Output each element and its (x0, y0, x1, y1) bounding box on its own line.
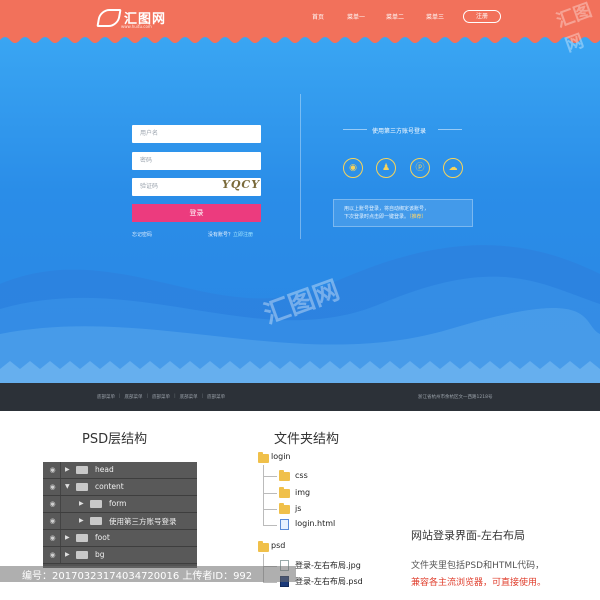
layer-row-foot[interactable]: ◉ ▶ foot (43, 530, 197, 547)
login-button[interactable]: 登录 (132, 204, 261, 222)
nav-menu-2[interactable]: 菜单二 (386, 12, 404, 21)
tree-line (263, 493, 277, 494)
folder-icon (258, 541, 269, 552)
footer-link[interactable]: 底部菜单 (125, 394, 143, 400)
watermark-text: 编号：20170323174034720016 上传者ID：992 (22, 571, 253, 582)
layer-row-head[interactable]: ◉ ▶ head (43, 462, 197, 479)
tree-line (263, 582, 277, 583)
layer-row-form[interactable]: ◉ ▶ form (43, 496, 197, 513)
bind-text-2-main: 下次登录时点击即一键登录。 (344, 214, 410, 220)
layer-row-bg[interactable]: ◉ ▶ bg (43, 547, 197, 564)
collapsed-arrow-icon[interactable]: ▶ (65, 551, 70, 558)
folder-icon (90, 517, 102, 525)
tree-item-css[interactable]: css (295, 471, 308, 480)
login-hero: 用户名 密码 验证码 YQCY 登录 忘记密码 没有账号？立即注册 使用第三方账… (0, 34, 600, 383)
footer-sep: | (174, 394, 176, 399)
bind-text-2: 下次登录时点击即一键登录。（推荐） (344, 213, 462, 221)
footer-sep: | (119, 394, 121, 399)
folder-icon (279, 470, 290, 481)
tree-root-login[interactable]: login (271, 452, 291, 461)
third-party-title: 使用第三方账号登录 (372, 128, 427, 135)
eye-icon[interactable]: ◉ (45, 513, 61, 529)
folder-icon (76, 551, 88, 559)
footer-link[interactable]: 底部菜单 (152, 394, 170, 400)
password-input[interactable]: 密码 (132, 152, 261, 170)
eye-icon[interactable]: ◉ (45, 547, 61, 563)
collapsed-arrow-icon[interactable]: ▶ (79, 500, 84, 507)
nav-menu-3[interactable]: 菜单三 (426, 12, 444, 21)
register-button[interactable]: 注册 (463, 10, 501, 23)
nav-menu-1[interactable]: 菜单一 (347, 12, 365, 21)
wechat-icon[interactable]: ☁ (443, 158, 463, 178)
vertical-divider (300, 94, 301, 239)
layer-name: head (95, 465, 114, 474)
bind-recommend: （推荐） (409, 214, 427, 220)
alipay-icon[interactable]: ⓟ (410, 158, 430, 178)
footer-link[interactable]: 底部菜单 (180, 394, 198, 400)
weibo-icon[interactable]: ◉ (343, 158, 363, 178)
forgot-password-link[interactable]: 忘记密码 (132, 231, 152, 238)
layer-row-third-party[interactable]: ◉ ▶ 使用第三方账号登录 (43, 513, 197, 530)
logo-subtitle: www.huitu.com (121, 24, 152, 29)
footer-link[interactable]: 底部菜单 (97, 394, 115, 400)
layer-name: 使用第三方账号登录 (109, 517, 177, 526)
layer-name: bg (95, 550, 105, 559)
tree-root-psd[interactable]: psd (271, 541, 285, 550)
title-rule-left (343, 129, 367, 130)
page-footer: 底部菜单 | 底部菜单 | 底部菜单 | 底部菜单 | 底部菜单 浙江省杭州市余杭区文一… (0, 383, 600, 411)
footer-address: 浙江省杭州市余杭区文一西路1218号 (418, 395, 493, 400)
logo-icon (96, 8, 122, 27)
register-now-link[interactable]: 立即注册 (233, 232, 253, 238)
html-file-icon (280, 519, 289, 530)
tree-item-jpg[interactable]: 登录-左右布局.jpg (295, 560, 361, 571)
layer-name: form (109, 499, 127, 508)
top-nav-bar: 汇图网 www.huitu.com 首页 菜单一 菜单二 菜单三 注册 (0, 0, 600, 34)
footer-sep: | (201, 394, 204, 399)
captcha-image[interactable]: YQCY (222, 178, 260, 191)
folder-structure-title: 文件夹结构 (274, 432, 340, 447)
collapsed-arrow-icon[interactable]: ▶ (65, 534, 70, 541)
layer-name: content (95, 482, 124, 491)
no-account-text: 没有账号？立即注册 (208, 231, 253, 238)
tree-line (263, 525, 277, 526)
layer-name: foot (95, 533, 110, 542)
tree-line (263, 476, 277, 477)
description-title: 网站登录界面-左右布局 (411, 529, 525, 542)
layer-row-content[interactable]: ◉ ▼ content (43, 479, 197, 496)
folder-icon (76, 466, 88, 474)
tree-line (263, 465, 264, 525)
collapsed-arrow-icon[interactable]: ▶ (79, 517, 84, 524)
tree-item-img[interactable]: img (295, 488, 310, 497)
footer-link[interactable]: 底部菜单 (207, 394, 225, 400)
description-line-2: 兼容各主流浏览器，可直接使用。 (411, 578, 547, 588)
collapsed-arrow-icon[interactable]: ▶ (65, 466, 70, 473)
folder-icon (90, 500, 102, 508)
username-input[interactable]: 用户名 (132, 125, 261, 143)
folder-icon (279, 487, 290, 498)
bind-info-box: 用以上账号登录，将自动绑定该账号， 下次登录时点击即一键登录。（推荐） (333, 199, 473, 227)
tree-item-login-html[interactable]: login.html (295, 519, 335, 528)
expanded-arrow-icon[interactable]: ▼ (65, 483, 70, 490)
psd-layers-panel: ◉ ▶ head ◉ ▼ content ◉ ▶ form ◉ ▶ 使用第三方账… (43, 462, 197, 568)
tree-item-js[interactable]: js (295, 504, 301, 513)
folder-icon (258, 452, 269, 463)
folder-icon (76, 534, 88, 542)
bind-text-1: 用以上账号登录，将自动绑定该账号， (344, 206, 430, 212)
eye-icon[interactable]: ◉ (45, 496, 61, 512)
nav-home[interactable]: 首页 (312, 12, 324, 21)
tree-item-psd[interactable]: 登录-左右布局.psd (295, 576, 363, 587)
footer-links: 底部菜单 | 底部菜单 | 底部菜单 | 底部菜单 | 底部菜单 (97, 394, 229, 400)
qq-icon[interactable]: ♟ (376, 158, 396, 178)
eye-icon[interactable]: ◉ (45, 462, 61, 478)
title-rule-right (438, 129, 462, 130)
eye-icon[interactable]: ◉ (45, 530, 61, 546)
tree-line (263, 509, 277, 510)
psd-structure-title: PSD层结构 (82, 432, 148, 447)
eye-icon[interactable]: ◉ (45, 479, 61, 495)
description-line-1: 文件夹里包括PSD和HTML代码， (411, 561, 545, 571)
footer-sep: | (146, 394, 149, 399)
folder-icon (279, 503, 290, 514)
no-account-label: 没有账号？ (208, 232, 234, 238)
folder-icon (76, 483, 88, 491)
